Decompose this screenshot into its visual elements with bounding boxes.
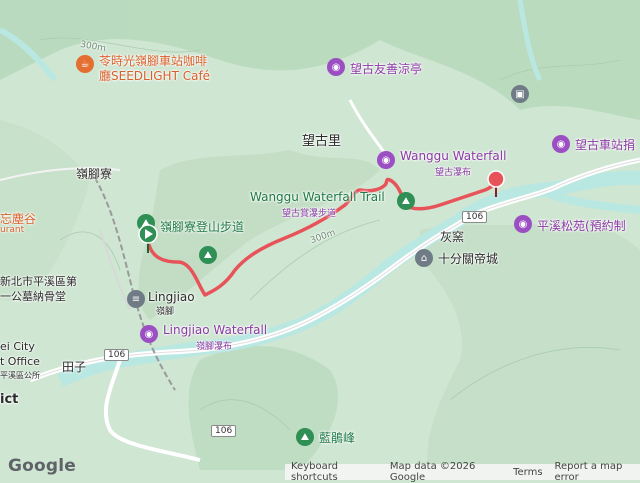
district-label: ict xyxy=(0,392,19,407)
hiking-icon[interactable]: ⛰ xyxy=(397,192,415,210)
hiking-icon[interactable]: ⛰ xyxy=(199,246,217,264)
wanggu-waterfall-label[interactable]: Wanggu Waterfall xyxy=(400,149,506,163)
start-flag-icon[interactable] xyxy=(138,224,158,254)
lingjiao-liao-label: 嶺腳寮 xyxy=(76,167,113,181)
temple-icon[interactable]: ⌂ xyxy=(415,249,433,267)
camera-icon[interactable]: ◉ xyxy=(514,215,532,233)
end-pin-icon[interactable] xyxy=(486,170,506,198)
cemetery-label-line2[interactable]: 一公墓納骨堂 xyxy=(0,288,66,304)
wanggu-station-label[interactable]: 望古車站捐 xyxy=(575,136,635,153)
google-logo: Google xyxy=(8,456,77,476)
route-106-shield-west: 106 xyxy=(104,349,130,361)
wanggu-waterfall-zh-label: 望古瀑布 xyxy=(435,168,472,178)
lingjiao-waterfall-label[interactable]: Lingjiao Waterfall xyxy=(163,323,267,337)
lingjiao-waterfall-zh-label: 嶺腳瀑布 xyxy=(196,342,233,352)
route-106-shield-south: 106 xyxy=(211,425,237,437)
map-footer: Keyboard shortcuts Map data ©2026 Google… xyxy=(285,461,640,483)
bus-icon[interactable]: ▣ xyxy=(511,85,529,103)
cafe-pin[interactable]: ☕ xyxy=(76,55,94,73)
cafe-icon: ☕ xyxy=(80,58,90,70)
lingjiao-station-zh-label: 嶺腳 xyxy=(156,307,175,317)
lingjiao-station-label[interactable]: Lingjiao xyxy=(148,290,195,304)
camera-icon[interactable]: ◉ xyxy=(327,58,345,76)
train-icon[interactable]: ≡ xyxy=(127,290,145,308)
pine-garden-label[interactable]: 平溪松苑(預約制 xyxy=(537,217,626,234)
temple-label[interactable]: 十分關帝城 xyxy=(438,250,498,267)
pavilion-label[interactable]: 望古友善涼亭 xyxy=(350,60,422,77)
camera-icon[interactable]: ◉ xyxy=(140,325,158,343)
restaurant-label: urant xyxy=(0,225,25,235)
tianzi-label: 田子 xyxy=(62,360,87,374)
office-label-line3: 平溪區公所 xyxy=(0,371,40,380)
terms-link[interactable]: Terms xyxy=(513,467,542,478)
wanggu-trail-zh-label: 望古賞瀑步道 xyxy=(282,209,337,219)
huiyao-label: 灰窯 xyxy=(440,230,465,244)
camera-icon[interactable]: ◉ xyxy=(552,135,570,153)
cemetery-label-line1[interactable]: 新北市平溪區第 xyxy=(0,273,77,289)
camera-icon[interactable]: ◉ xyxy=(377,151,395,169)
lanpeng-peak-label[interactable]: 藍鵑峰 xyxy=(319,429,355,446)
village-label: 望古里 xyxy=(302,134,342,149)
route-106-shield-east: 106 xyxy=(462,211,488,223)
office-label-line1[interactable]: ei City xyxy=(0,340,35,353)
office-label-line2[interactable]: t Office xyxy=(0,355,40,368)
cafe-label-line2[interactable]: 廳SEEDLIGHT Café xyxy=(99,67,210,84)
wanggu-trail-label[interactable]: Wanggu Waterfall Trail xyxy=(250,190,385,204)
lingjiao-trail-label[interactable]: 嶺腳寮登山步道 xyxy=(160,218,244,235)
hiking-icon[interactable]: ⛰ xyxy=(296,428,314,446)
